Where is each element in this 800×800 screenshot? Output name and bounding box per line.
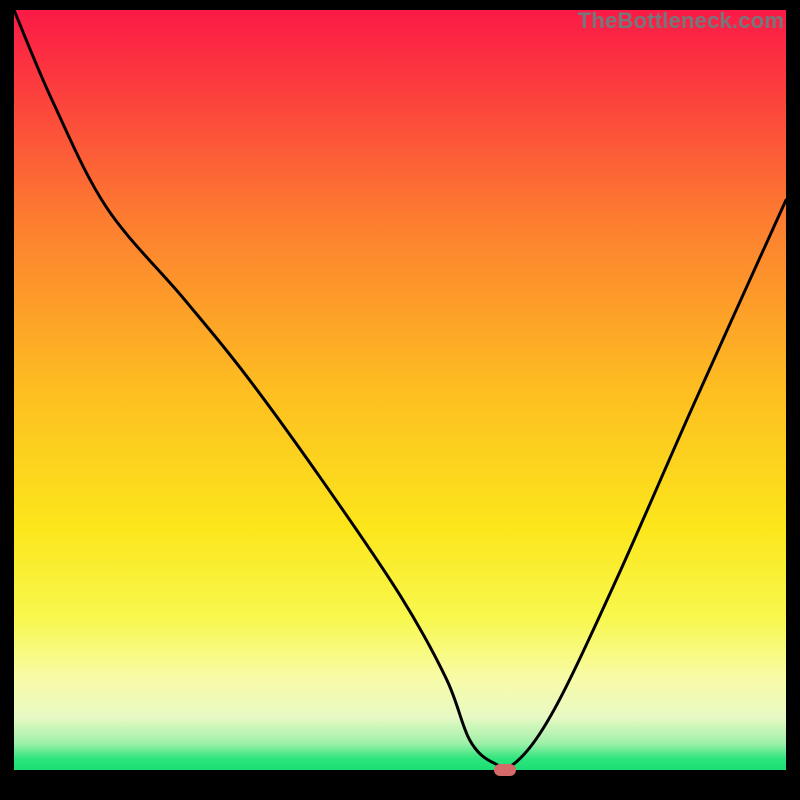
watermark-text: TheBottleneck.com <box>578 8 784 34</box>
chart-frame: TheBottleneck.com <box>10 10 790 790</box>
bottleneck-curve <box>14 10 786 770</box>
optimal-marker <box>494 764 516 776</box>
plot-area <box>10 10 790 778</box>
